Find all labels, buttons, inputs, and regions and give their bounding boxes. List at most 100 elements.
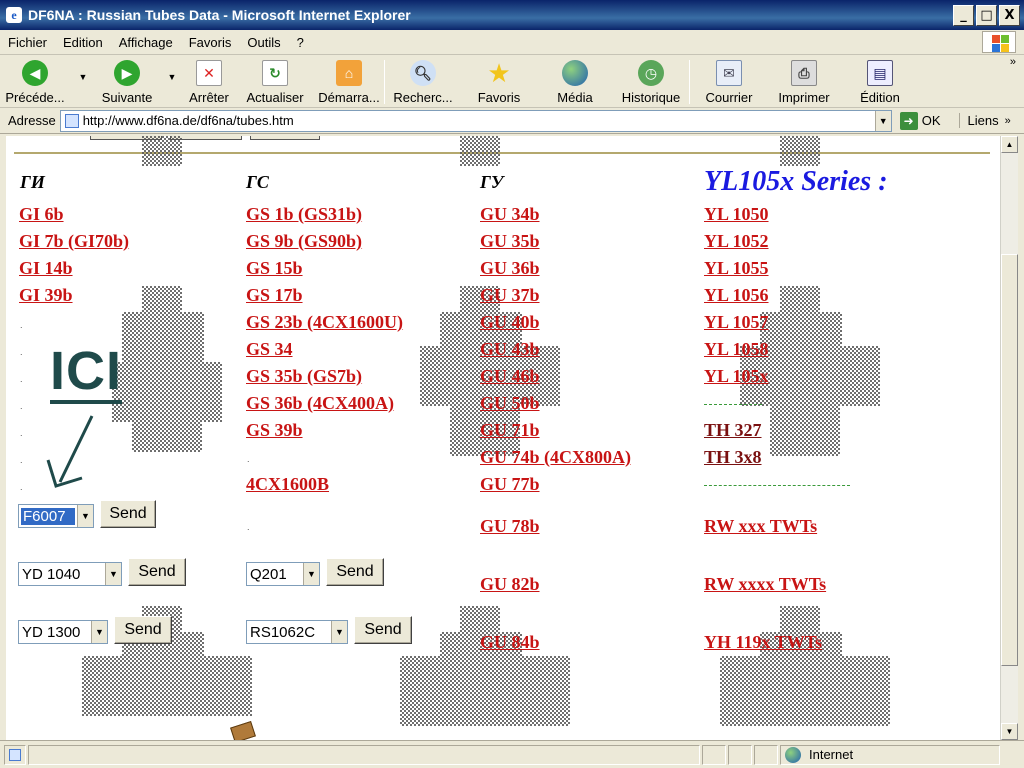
- link-yl-1050[interactable]: YL 1050: [704, 204, 769, 225]
- tube-select-5[interactable]: RS1062C ▼: [246, 620, 348, 644]
- page-icon: [64, 113, 79, 128]
- link-gi-6b[interactable]: GI 6b: [19, 204, 64, 225]
- links-button[interactable]: Liens: [958, 113, 999, 128]
- chevron-down-icon[interactable]: ▼: [331, 621, 347, 643]
- menu-outils[interactable]: Outils: [239, 35, 288, 50]
- history-button[interactable]: ◷ Historique: [613, 56, 689, 106]
- link-yl-1057[interactable]: YL 1057: [704, 312, 769, 333]
- chevron-down-icon[interactable]: ▼: [874, 110, 891, 131]
- link-gu-35b[interactable]: GU 35b: [480, 231, 540, 252]
- spacer-dot: .: [20, 455, 23, 465]
- mail-icon: ✉: [716, 60, 742, 86]
- send-button-2[interactable]: Send: [128, 558, 186, 586]
- tube-select-2[interactable]: YD 1040 ▼: [18, 562, 122, 586]
- send-button-5[interactable]: Send: [354, 616, 412, 644]
- link-rw-xxxx[interactable]: RW xxxx TWTs: [704, 574, 826, 595]
- go-button[interactable]: ➜ OK: [899, 111, 941, 130]
- stop-button[interactable]: ✕ Arrêter: [182, 56, 236, 106]
- refresh-button[interactable]: ↻ Actualiser: [236, 56, 314, 106]
- history-label: Historique: [621, 90, 681, 105]
- link-th-3x8[interactable]: TH 3x8: [704, 447, 762, 468]
- favorites-button[interactable]: ★ Favoris: [461, 56, 537, 106]
- send-button-4[interactable]: Send: [326, 558, 384, 586]
- scroll-down-arrow-icon[interactable]: ▼: [1001, 723, 1018, 740]
- links-overflow-chevron-icon[interactable]: »: [1005, 115, 1011, 127]
- tube-select-4[interactable]: Q201 ▼: [246, 562, 320, 586]
- link-gi-7b[interactable]: GI 7b (GI70b): [19, 231, 129, 252]
- address-label: Adresse: [8, 113, 56, 128]
- link-gu-36b[interactable]: GU 36b: [480, 258, 540, 279]
- link-gu-84b[interactable]: GU 84b: [480, 632, 540, 653]
- link-gs-1b[interactable]: GS 1b (GS31b): [246, 204, 362, 225]
- stop-label: Arrêter: [189, 90, 229, 105]
- link-gu-50b[interactable]: GU 50b: [480, 393, 540, 414]
- forward-dropdown[interactable]: ▼: [160, 56, 182, 106]
- chevron-down-icon[interactable]: ▼: [303, 563, 319, 585]
- link-th-327[interactable]: TH 327: [704, 420, 762, 441]
- link-gu-74b[interactable]: GU 74b (4CX800A): [480, 447, 631, 468]
- back-button[interactable]: ◀ Précéde...: [0, 56, 70, 106]
- maximize-button[interactable]: □: [976, 4, 997, 26]
- print-button[interactable]: ⎙ Imprimer: [768, 56, 840, 106]
- search-button[interactable]: 🔍︎ Recherc...: [385, 56, 461, 106]
- home-label: Démarra...: [318, 90, 380, 105]
- menu-edition[interactable]: Edition: [55, 35, 111, 50]
- link-gu-46b[interactable]: GU 46b: [480, 366, 540, 387]
- address-url[interactable]: http://www.df6na.de/df6na/tubes.htm: [83, 113, 875, 128]
- link-gu-77b[interactable]: GU 77b: [480, 474, 540, 495]
- chevron-down-icon[interactable]: ▼: [105, 563, 121, 585]
- vertical-scrollbar[interactable]: ▲ ▼: [1000, 136, 1018, 740]
- link-gs-39b[interactable]: GS 39b: [246, 420, 303, 441]
- chevron-down-icon[interactable]: ▼: [77, 505, 93, 527]
- link-4cx1600b[interactable]: 4CX1600B: [246, 474, 329, 495]
- link-rw-xxx[interactable]: RW xxx TWTs: [704, 516, 817, 537]
- link-gi-39b[interactable]: GI 39b: [19, 285, 73, 306]
- link-gs-17b[interactable]: GS 17b: [246, 285, 303, 306]
- link-gs-15b[interactable]: GS 15b: [246, 258, 303, 279]
- link-yh-119x[interactable]: YH 119x TWTs: [704, 632, 822, 653]
- link-gs-9b[interactable]: GS 9b (GS90b): [246, 231, 362, 252]
- media-label: Média: [557, 90, 593, 105]
- edit-button[interactable]: ▤ Édition: [840, 56, 920, 106]
- link-yl-105x[interactable]: YL 105x: [704, 366, 769, 387]
- link-gs-36b[interactable]: GS 36b (4CX400A): [246, 393, 394, 414]
- back-dropdown[interactable]: ▼: [70, 56, 94, 106]
- link-gu-37b[interactable]: GU 37b: [480, 285, 540, 306]
- tube-select-3[interactable]: YD 1300 ▼: [18, 620, 108, 644]
- menu-affichage[interactable]: Affichage: [111, 35, 181, 50]
- tube-select-1[interactable]: F6007 ▼: [18, 504, 94, 528]
- link-gu-78b[interactable]: GU 78b: [480, 516, 540, 537]
- close-button[interactable]: X: [999, 4, 1020, 26]
- link-gs-34[interactable]: GS 34: [246, 339, 293, 360]
- forward-button[interactable]: ▶ Suivante: [94, 56, 160, 106]
- menu-favoris[interactable]: Favoris: [181, 35, 240, 50]
- media-globe-icon: [562, 60, 588, 86]
- home-button[interactable]: ⌂ Démarra...: [314, 56, 384, 106]
- toolbar-overflow-chevron-icon[interactable]: »: [1010, 56, 1016, 68]
- address-field[interactable]: http://www.df6na.de/df6na/tubes.htm ▼: [59, 109, 892, 132]
- link-yl-1056[interactable]: YL 1056: [704, 285, 769, 306]
- chevron-down-icon[interactable]: ▼: [91, 621, 107, 643]
- link-yl-1058[interactable]: YL 1058: [704, 339, 769, 360]
- link-yl-1055[interactable]: YL 1055: [704, 258, 769, 279]
- link-gs-35b[interactable]: GS 35b (GS7b): [246, 366, 362, 387]
- link-gs-23b[interactable]: GS 23b (4CX1600U): [246, 312, 403, 333]
- link-yl-1052[interactable]: YL 1052: [704, 231, 769, 252]
- link-gu-82b[interactable]: GU 82b: [480, 574, 540, 595]
- menu-fichier[interactable]: Fichier: [0, 35, 55, 50]
- mail-button[interactable]: ✉ Courrier: [690, 56, 768, 106]
- scroll-thumb[interactable]: [1001, 254, 1018, 666]
- scroll-up-arrow-icon[interactable]: ▲: [1001, 136, 1018, 153]
- link-gu-71b[interactable]: GU 71b: [480, 420, 540, 441]
- media-button[interactable]: Média: [537, 56, 613, 106]
- send-button-3[interactable]: Send: [114, 616, 172, 644]
- search-label: Recherc...: [393, 90, 453, 105]
- menu-help[interactable]: ?: [289, 35, 312, 50]
- green-divider: [704, 485, 850, 486]
- link-gi-14b[interactable]: GI 14b: [19, 258, 73, 279]
- link-gu-40b[interactable]: GU 40b: [480, 312, 540, 333]
- minimize-button[interactable]: _: [953, 4, 974, 26]
- send-button-1[interactable]: Send: [100, 500, 156, 528]
- link-gu-34b[interactable]: GU 34b: [480, 204, 540, 225]
- link-gu-43b[interactable]: GU 43b: [480, 339, 540, 360]
